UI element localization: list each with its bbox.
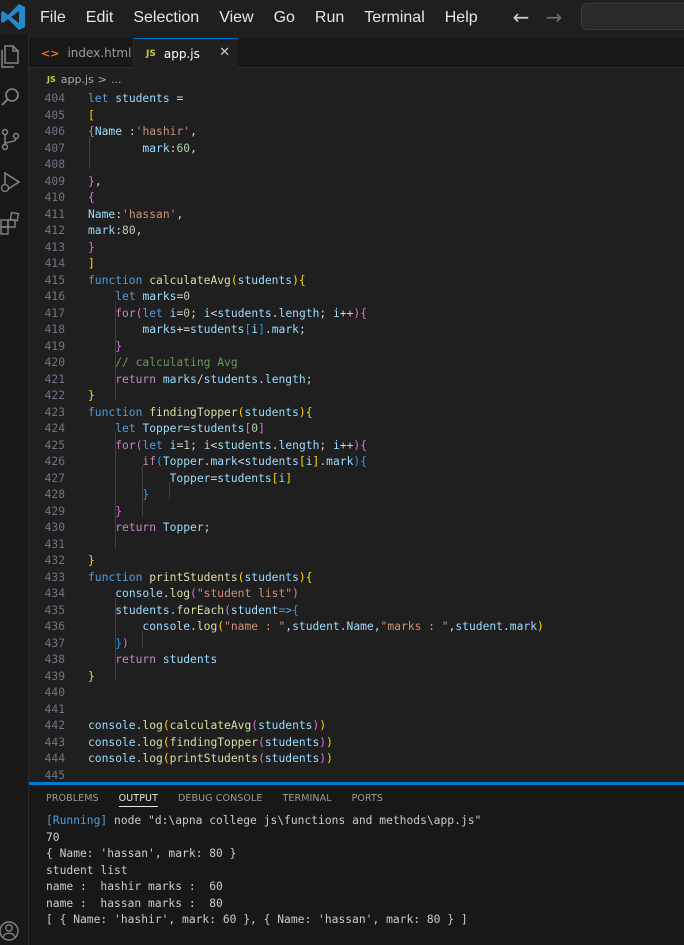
code-line: 410{ [44, 191, 95, 204]
tab-problems[interactable]: PROBLEMS [46, 793, 99, 807]
menu-run[interactable]: Run [315, 9, 344, 27]
js-file-icon: JS [47, 74, 56, 84]
title-bar: File Edit Selection View Go Run Terminal… [0, 0, 684, 35]
code-line: 414] [44, 257, 95, 270]
code-line: 434 console.log("student list") [44, 587, 299, 600]
code-line: 406 {Name :'hashir', [44, 125, 197, 138]
tab-label: index.html [67, 46, 132, 60]
tab-label: app.js [163, 47, 200, 61]
code-line: 426 if(Topper.mark<students[i].mark){ [44, 455, 368, 468]
files-icon[interactable] [0, 43, 22, 69]
tab-terminal[interactable]: TERMINAL [282, 793, 331, 807]
breadcrumb-symbol[interactable]: ... [111, 73, 122, 86]
output-line: { Name: 'hassan', mark: 80 } [46, 847, 237, 860]
code-line: 429 } [44, 504, 123, 518]
code-line: 424 let Topper=students[0] [44, 422, 265, 435]
vscode-logo-icon [1, 4, 25, 30]
code-line: 433 function printStudents(students){ [44, 570, 313, 584]
run-debug-icon[interactable] [0, 169, 22, 195]
tab-output[interactable]: OUTPUT [118, 793, 158, 807]
code-line: 435 students.forEach(student=>{ [44, 603, 299, 617]
code-line: 441 [44, 702, 65, 716]
chevron-right-icon: > [97, 72, 107, 86]
menu-bar: File Edit Selection View Go Run Terminal… [40, 0, 498, 35]
output-line: 70 [46, 830, 60, 844]
code-line: 427 Topper=students[i] [44, 471, 293, 485]
html-file-icon: <> [41, 46, 60, 60]
command-center-search[interactable] [581, 3, 684, 30]
menu-selection[interactable]: Selection [133, 9, 199, 27]
menu-help[interactable]: Help [445, 9, 478, 27]
menu-view[interactable]: View [219, 9, 253, 27]
code-line: 437 }) [44, 636, 129, 650]
account-icon[interactable] [0, 918, 22, 942]
source-control-icon[interactable] [0, 127, 22, 153]
menu-terminal[interactable]: Terminal [364, 9, 424, 27]
code-line: 439} [44, 669, 95, 683]
arrow-right-icon[interactable]: → [543, 6, 565, 28]
output-line: name : hassan marks : 80 [46, 896, 223, 910]
code-line: 412 mark:80, [44, 224, 143, 237]
code-line: 415 function calculateAvg(students){ [44, 273, 306, 287]
code-line: 408 [44, 158, 65, 171]
code-editor[interactable]: 404 let students = 405[ 406 {Name :'hashir… [29, 90, 684, 782]
code-line: 405[ [44, 108, 95, 122]
output-line: [Running] node "d:\apna college js\funct… [46, 814, 482, 827]
code-line: 438 return students [44, 653, 218, 666]
code-line: 423 function findingTopper(students){ [44, 405, 313, 419]
close-icon[interactable]: ✕ [219, 45, 230, 60]
code-line: 420 // calculating Avg [44, 356, 238, 369]
output-line: student list [46, 863, 128, 877]
code-line: 421 return marks/students.length; [44, 372, 313, 386]
extensions-icon[interactable] [0, 211, 22, 237]
output-line: name : hashir marks : 60 [46, 880, 223, 893]
code-line: 430 return Topper; [44, 521, 211, 534]
code-line: 407 mark:60, [44, 141, 197, 155]
code-line: 425 for(let i=1; i<students.length; i++)… [44, 438, 368, 452]
code-line: 404 let students = [44, 92, 184, 105]
code-line: 409}, [44, 174, 102, 188]
code-line: 417 for(let i=0; i<students.length; i++)… [44, 306, 368, 320]
tab-app-js[interactable]: JS app.js ✕ [134, 38, 238, 69]
code-line: 440 [44, 686, 65, 699]
code-line: 418 marks+=students[i].mark; [44, 323, 306, 336]
js-file-icon: JS [146, 49, 156, 59]
tab-debug-console[interactable]: DEBUG CONSOLE [178, 793, 263, 807]
code-line: 413} [44, 240, 95, 254]
tab-ports[interactable]: PORTS [352, 793, 383, 807]
search-icon[interactable] [0, 85, 22, 111]
code-line: 416 let marks=0 [44, 290, 191, 303]
arrow-left-icon[interactable]: ← [510, 6, 532, 28]
panel-tabs: PROBLEMS OUTPUT DEBUG CONSOLE TERMINAL P… [46, 793, 403, 807]
bottom-panel: PROBLEMS OUTPUT DEBUG CONSOLE TERMINAL P… [29, 785, 684, 945]
code-line: 428 } [44, 488, 150, 501]
menu-go[interactable]: Go [274, 9, 295, 27]
code-line: 442 console.log(calculateAvg(students)) [44, 719, 327, 732]
code-line: 436 console.log("name : ",student.Name,"… [44, 620, 544, 633]
code-line: 444 console.log(printStudents(students)) [44, 752, 333, 765]
code-line: 431 [44, 537, 65, 551]
code-line: 422} [44, 389, 95, 402]
breadcrumb-file[interactable]: app.js [61, 73, 94, 86]
menu-file[interactable]: File [40, 9, 66, 27]
code-line: 419 } [44, 339, 123, 353]
editor-tab-bar: <> index.html JS app.js ✕ [29, 38, 684, 69]
code-line: 411 Name:'hassan', [44, 207, 184, 221]
code-line: 432} [44, 554, 95, 567]
breadcrumb: JS app.js > ... [29, 68, 684, 90]
output-line: [ { Name: 'hashir', mark: 60 }, { Name: … [46, 913, 468, 926]
activity-bar [0, 35, 29, 945]
code-line: 443 console.log(findingTopper(students)) [44, 735, 333, 749]
tab-index-html[interactable]: <> index.html [29, 38, 134, 68]
menu-edit[interactable]: Edit [86, 9, 114, 27]
code-line: 445 [44, 768, 65, 782]
